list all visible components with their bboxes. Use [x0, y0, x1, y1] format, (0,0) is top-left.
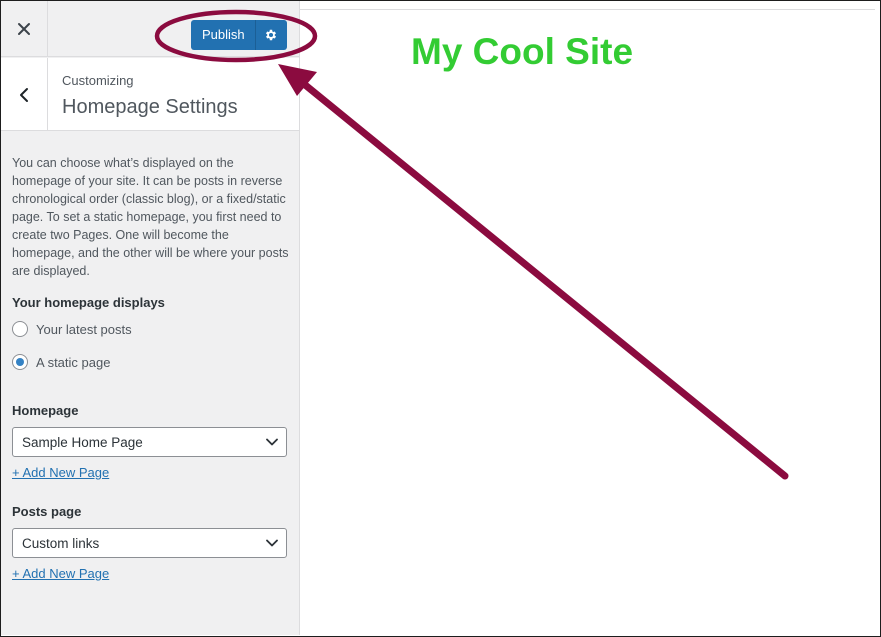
radio-latest-posts[interactable]: Your latest posts	[12, 321, 292, 337]
close-icon	[18, 23, 30, 35]
close-button[interactable]	[1, 1, 48, 57]
radio-static-page[interactable]: A static page	[12, 354, 292, 370]
radio-static-page-input[interactable]	[12, 354, 28, 370]
radio-latest-posts-label: Your latest posts	[36, 321, 132, 337]
publish-button-group: Publish	[191, 20, 287, 50]
posts-page-select[interactable]: Custom links	[12, 528, 287, 558]
chevron-down-icon	[266, 539, 278, 547]
posts-page-label: Posts page	[12, 504, 82, 519]
posts-page-select-value: Custom links	[22, 535, 100, 551]
preview-divider	[300, 9, 875, 10]
page-title: Homepage Settings	[62, 96, 238, 118]
chevron-down-icon	[266, 438, 278, 446]
publish-button[interactable]: Publish	[191, 20, 255, 50]
chevron-left-icon	[20, 87, 28, 102]
site-title[interactable]: My Cool Site	[411, 31, 633, 73]
radio-static-page-label: A static page	[36, 354, 111, 370]
section-description: You can choose what’s displayed on the h…	[12, 156, 289, 278]
homepage-label: Homepage	[12, 403, 79, 418]
homepage-select-value: Sample Home Page	[22, 434, 143, 450]
site-preview	[300, 1, 879, 635]
publish-settings-button[interactable]	[254, 20, 287, 50]
gear-icon	[266, 29, 277, 41]
section-content: You can choose what’s displayed on the h…	[12, 154, 292, 583]
radio-latest-posts-input[interactable]	[12, 321, 28, 337]
customizer-topbar: Publish	[1, 1, 299, 57]
breadcrumb: Customizing	[62, 73, 134, 88]
homepage-add-new-page-link[interactable]: + Add New Page	[12, 465, 109, 480]
homepage-select[interactable]: Sample Home Page	[12, 427, 287, 457]
back-button[interactable]	[1, 58, 48, 131]
homepage-displays-label: Your homepage displays	[12, 295, 165, 310]
section-header: Customizing Homepage Settings	[1, 58, 299, 131]
posts-page-add-new-page-link[interactable]: + Add New Page	[12, 566, 109, 581]
customizer-sidebar: Publish Customizing Homepage Settings Yo…	[1, 1, 300, 635]
